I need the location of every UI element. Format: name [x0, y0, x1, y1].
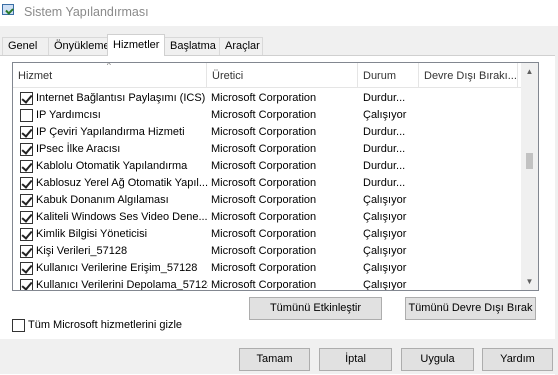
service-checkbox[interactable]	[20, 228, 33, 241]
service-checkbox[interactable]	[20, 143, 33, 156]
column-header-service-label: Hizmet	[18, 70, 53, 82]
service-vendor: Microsoft Corporation	[211, 262, 317, 274]
service-status: Çalışıyor	[363, 279, 407, 291]
service-status: Durdur...	[363, 126, 406, 138]
service-status: Çalışıyor	[363, 109, 407, 121]
tab-general[interactable]: Genel	[2, 37, 49, 55]
tab-services[interactable]: Hizmetler	[107, 34, 165, 56]
service-name: Kullanıcı Verilerine Erişim_57128	[36, 262, 198, 274]
service-vendor: Microsoft Corporation	[211, 109, 317, 121]
service-name: Kullanıcı Verilerini Depolama_57128	[36, 279, 208, 291]
service-status: Çalışıyor	[363, 245, 407, 257]
window-title: Sistem Yapılandırması	[24, 5, 149, 19]
title-bar: Sistem Yapılandırması	[0, 0, 558, 26]
service-status: Durdur...	[363, 143, 406, 155]
cancel-button[interactable]: İptal	[319, 348, 392, 371]
column-header-status-label: Durum	[363, 70, 397, 82]
service-vendor: Microsoft Corporation	[211, 194, 317, 206]
service-status: Durdur...	[363, 92, 406, 104]
service-vendor: Microsoft Corporation	[211, 92, 317, 104]
column-header-vendor[interactable]: Üretici	[207, 63, 357, 87]
apply-button[interactable]: Uygula	[401, 348, 474, 371]
msconfig-app-icon	[2, 4, 14, 15]
service-row[interactable]: Kişi Verileri_57128 Microsoft Corporatio…	[13, 243, 523, 260]
service-row[interactable]: IPsec İlke Aracısı Microsoft Corporation…	[13, 141, 523, 158]
hide-microsoft-checkbox[interactable]	[12, 319, 25, 332]
service-row[interactable]: IP Çeviri Yapılandırma Hizmeti Microsoft…	[13, 124, 523, 141]
hide-microsoft-label: Tüm Microsoft hizmetlerini gizle	[28, 319, 183, 331]
service-checkbox[interactable]	[20, 126, 33, 139]
service-checkbox[interactable]	[20, 109, 33, 122]
tab-strip: Genel Önyükleme Hizmetler Başlatma Araçl…	[0, 34, 558, 56]
column-header-disabled-date-label: Devre Dışı Bırakı...	[424, 70, 517, 82]
service-checkbox[interactable]	[20, 194, 33, 207]
service-vendor: Microsoft Corporation	[211, 279, 317, 291]
service-vendor: Microsoft Corporation	[211, 177, 317, 189]
scroll-down-arrow-icon[interactable]: ▼	[521, 273, 538, 290]
service-checkbox[interactable]	[20, 245, 33, 258]
service-name: IP Yardımcısı	[36, 109, 101, 121]
column-header-disabled-date[interactable]: Devre Dışı Bırakı...	[419, 63, 517, 87]
service-status: Çalışıyor	[363, 262, 407, 274]
tab-tools[interactable]: Araçlar	[219, 37, 263, 55]
service-status: Durdur...	[363, 160, 406, 172]
column-header-status[interactable]: Durum	[358, 63, 418, 87]
service-row[interactable]: Kablolu Otomatik Yapılandırma Microsoft …	[13, 158, 523, 175]
service-checkbox[interactable]	[20, 177, 33, 190]
disable-all-button[interactable]: Tümünü Devre Dışı Bırak	[405, 297, 536, 320]
service-name: Kabuk Donanım Algılaması	[36, 194, 169, 206]
column-header-vendor-label: Üretici	[212, 70, 244, 82]
service-name: Internet Bağlantısı Paylaşımı (ICS)	[36, 92, 206, 104]
service-status: Çalışıyor	[363, 194, 407, 206]
service-vendor: Microsoft Corporation	[211, 211, 317, 223]
help-button[interactable]: Yardım	[482, 348, 553, 371]
vertical-scrollbar[interactable]: ▲ ▼	[521, 63, 538, 290]
service-vendor: Microsoft Corporation	[211, 126, 317, 138]
service-status: Durdur...	[363, 177, 406, 189]
service-row[interactable]: Internet Bağlantısı Paylaşımı (ICS) Micr…	[13, 90, 523, 107]
service-vendor: Microsoft Corporation	[211, 228, 317, 240]
service-name: Kimlik Bilgisi Yöneticisi	[36, 228, 148, 240]
service-vendor: Microsoft Corporation	[211, 160, 317, 172]
service-status: Çalışıyor	[363, 211, 407, 223]
service-vendor: Microsoft Corporation	[211, 143, 317, 155]
service-name: Kişi Verileri_57128	[36, 245, 128, 257]
service-row[interactable]: Kimlik Bilgisi Yöneticisi Microsoft Corp…	[13, 226, 523, 243]
service-name: IPsec İlke Aracısı	[36, 143, 121, 155]
service-status: Çalışıyor	[363, 228, 407, 240]
service-checkbox[interactable]	[20, 262, 33, 275]
service-row[interactable]: Kullanıcı Verilerini Depolama_57128 Micr…	[13, 277, 523, 291]
service-name: Kablosuz Yerel Ağ Otomatik Yapıl...	[36, 177, 208, 189]
column-separator[interactable]	[517, 63, 518, 87]
service-row[interactable]: IP Yardımcısı Microsoft Corporation Çalı…	[13, 107, 523, 124]
service-name: Kaliteli Windows Ses Video Dene...	[36, 211, 208, 223]
services-list-header: Hizmet ^ Üretici Durum Devre Dışı Bırakı…	[13, 63, 523, 88]
service-checkbox[interactable]	[20, 279, 33, 290]
scroll-up-arrow-icon[interactable]: ▲	[521, 63, 538, 80]
service-row[interactable]: Kullanıcı Verilerine Erişim_57128 Micros…	[13, 260, 523, 277]
service-checkbox[interactable]	[20, 92, 33, 105]
service-vendor: Microsoft Corporation	[211, 245, 317, 257]
service-row[interactable]: Kablosuz Yerel Ağ Otomatik Yapıl... Micr…	[13, 175, 523, 192]
sort-ascending-icon: ^	[107, 62, 111, 70]
service-checkbox[interactable]	[20, 160, 33, 173]
service-checkbox[interactable]	[20, 211, 33, 224]
tab-boot[interactable]: Önyükleme	[48, 37, 110, 55]
service-name: IP Çeviri Yapılandırma Hizmeti	[36, 126, 185, 138]
service-row[interactable]: Kabuk Donanım Algılaması Microsoft Corpo…	[13, 192, 523, 209]
tab-startup[interactable]: Başlatma	[164, 37, 220, 55]
enable-all-button[interactable]: Tümünü Etkinleştir	[249, 297, 382, 320]
ok-button[interactable]: Tamam	[239, 348, 310, 371]
services-list[interactable]: Hizmet ^ Üretici Durum Devre Dışı Bırakı…	[12, 62, 539, 291]
service-row[interactable]: Kaliteli Windows Ses Video Dene... Micro…	[13, 209, 523, 226]
service-name: Kablolu Otomatik Yapılandırma	[36, 160, 188, 172]
scroll-thumb[interactable]	[526, 153, 533, 169]
